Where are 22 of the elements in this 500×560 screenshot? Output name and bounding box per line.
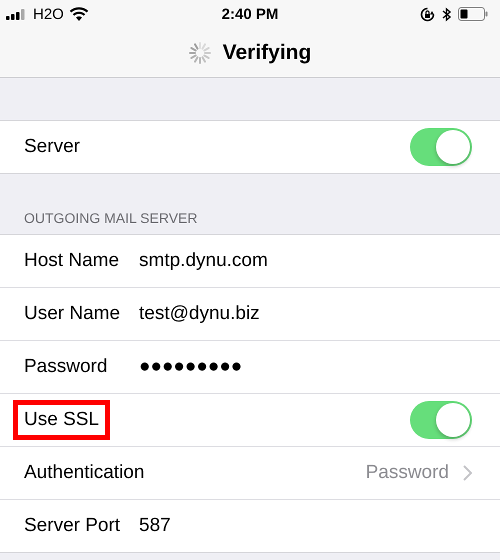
row-label: Server Port — [23, 514, 122, 538]
carrier-name: H2O — [33, 6, 64, 22]
row-label: Server — [23, 135, 81, 159]
chevron-icon[interactable] — [463, 465, 472, 481]
row-label: Authentication — [23, 461, 146, 485]
orientation-lock-icon — [420, 6, 435, 22]
row-label: Use SSL — [13, 400, 110, 440]
field-value[interactable]: test@dynu.biz — [139, 303, 260, 325]
field-value[interactable]: 587 — [139, 515, 171, 537]
nav-title: Verifying — [222, 40, 312, 64]
row-label: Password — [23, 355, 108, 379]
toggle-switch[interactable] — [410, 401, 472, 439]
status-time: 2:40 PM — [222, 6, 278, 22]
bluetooth-icon — [442, 6, 451, 22]
section-header: OUTGOING MAIL SERVER — [24, 210, 198, 226]
wifi-icon — [68, 7, 89, 21]
row-label: Host Name — [23, 249, 120, 273]
battery-icon — [458, 7, 488, 21]
field-value[interactable]: ●●●●●●●●● — [139, 356, 242, 378]
field-value[interactable]: smtp.dynu.com — [139, 250, 268, 272]
toggle-switch[interactable] — [410, 128, 472, 166]
row-value: Password — [366, 462, 449, 484]
